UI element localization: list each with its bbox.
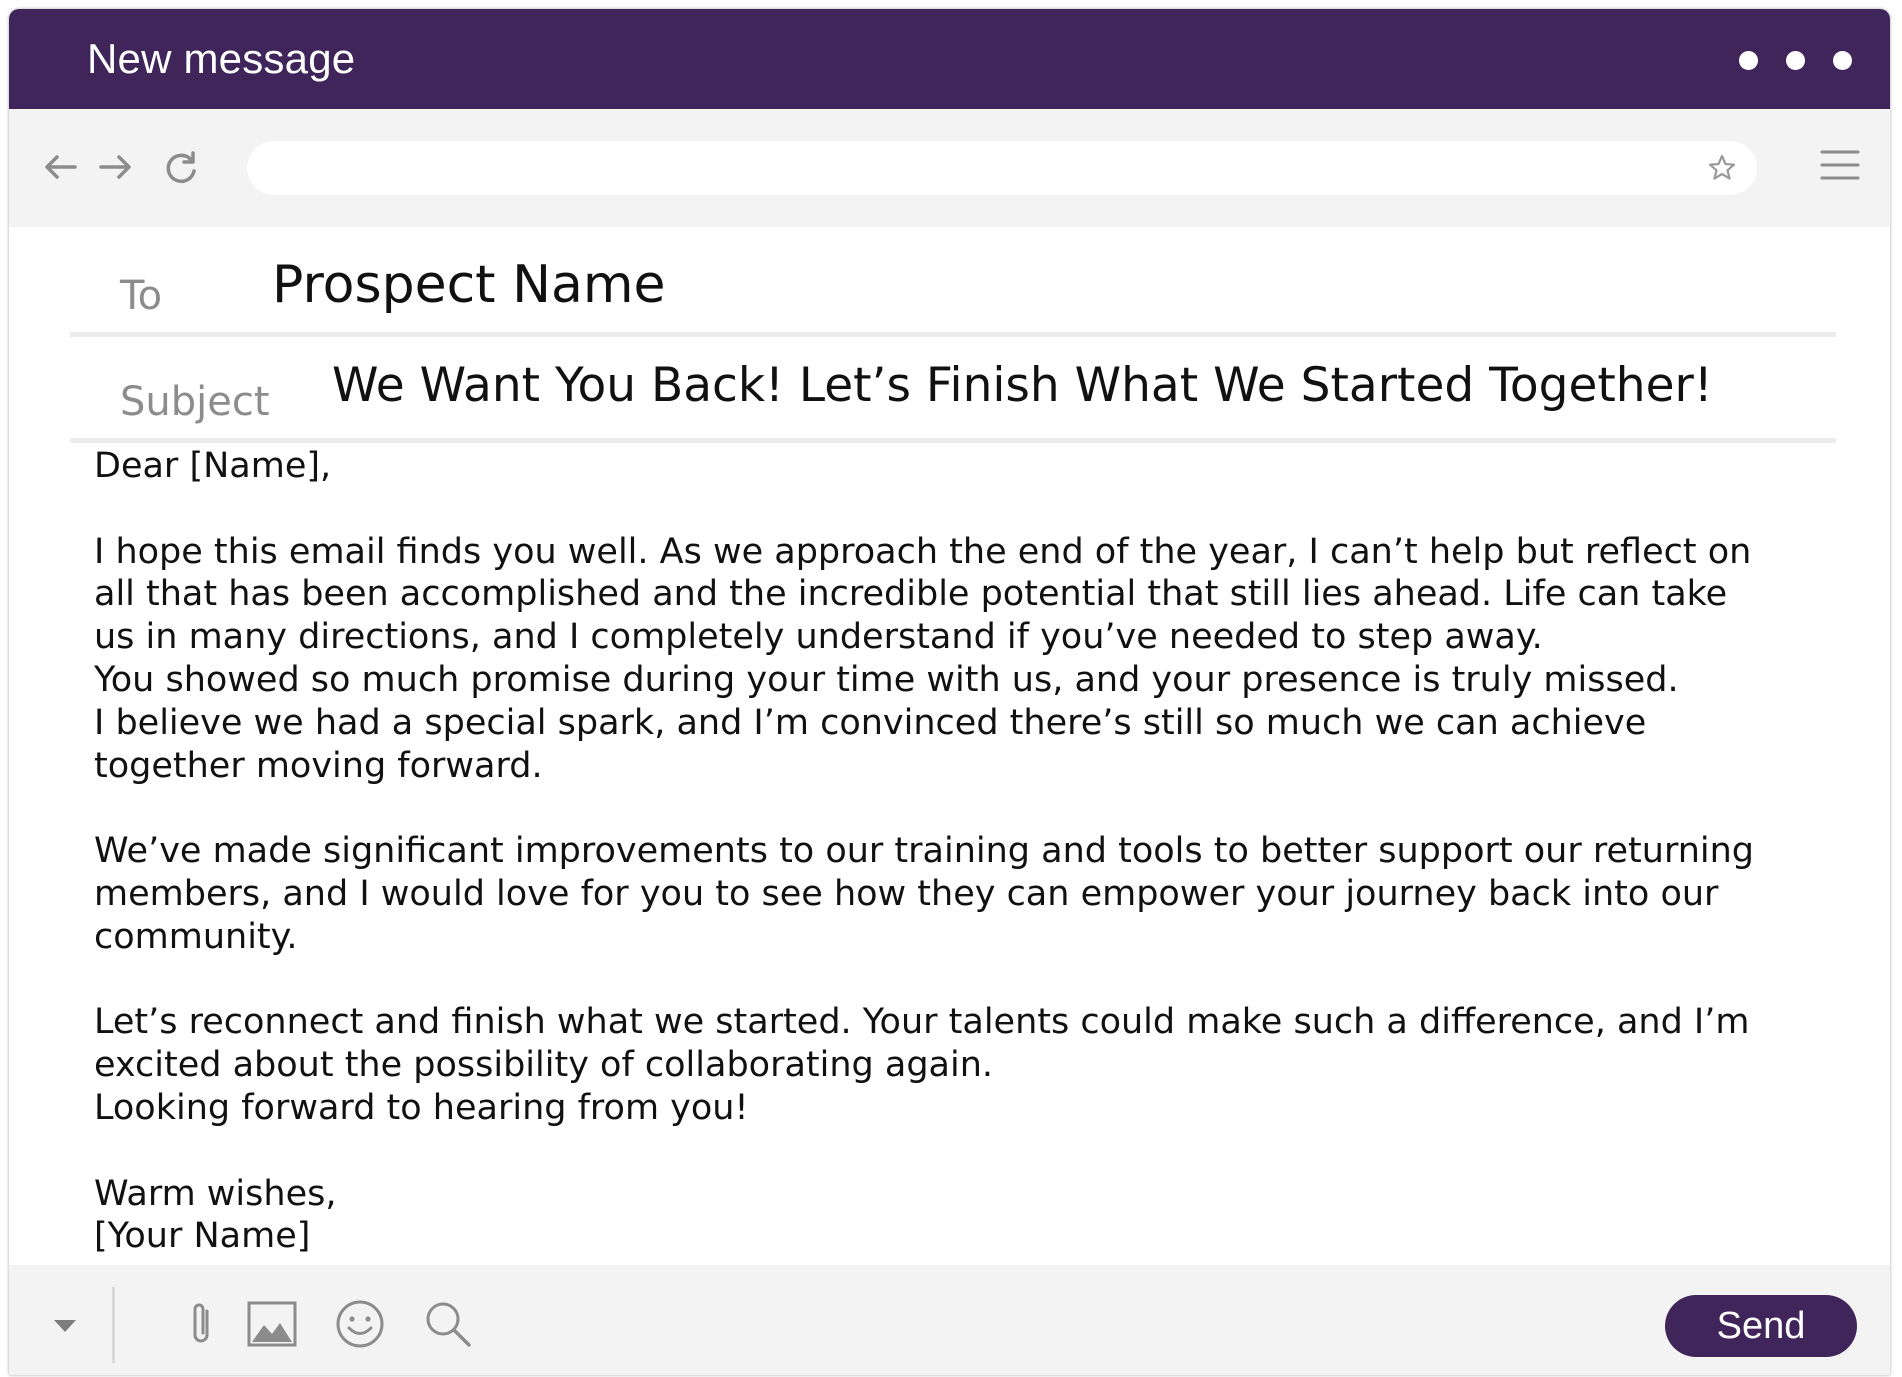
- star-icon[interactable]: [1707, 153, 1737, 183]
- body-line: I hope this email finds you well. As we …: [94, 531, 1752, 572]
- emoji-icon[interactable]: [333, 1297, 387, 1351]
- subject-input[interactable]: We Want You Back! Let’s Finish What We S…: [332, 358, 1713, 413]
- toolbar: [9, 109, 1890, 227]
- body-line: Let’s reconnect and finish what we start…: [94, 1002, 1750, 1043]
- paperclip-icon[interactable]: [174, 1297, 228, 1351]
- to-input[interactable]: Prospect Name: [272, 255, 666, 315]
- body-line: all that has been accomplished and the i…: [94, 574, 1728, 615]
- body-signoff: Warm wishes,: [94, 1173, 337, 1214]
- body-line: You showed so much promise during your t…: [94, 659, 1679, 700]
- dot-icon: [1833, 51, 1852, 70]
- title-bar: New message: [9, 9, 1890, 109]
- search-icon[interactable]: [421, 1297, 475, 1351]
- body-signature: [Your Name]: [94, 1216, 311, 1257]
- to-label: To: [120, 273, 163, 319]
- dot-icon: [1786, 51, 1805, 70]
- footer-divider: [112, 1287, 115, 1363]
- address-bar[interactable]: [247, 141, 1757, 195]
- body-greeting: Dear [Name],: [94, 446, 332, 486]
- compose-footer: Send: [9, 1265, 1890, 1375]
- forward-arrow-icon[interactable]: [93, 145, 137, 189]
- send-button[interactable]: Send: [1665, 1295, 1857, 1357]
- message-body[interactable]: Dear [Name], I hope this email finds you…: [94, 445, 1854, 1258]
- hamburger-menu-icon[interactable]: [1820, 145, 1860, 185]
- body-line: together moving forward.: [94, 745, 543, 786]
- image-icon[interactable]: [245, 1297, 299, 1351]
- back-arrow-icon[interactable]: [39, 145, 83, 189]
- window-title: New message: [87, 35, 356, 82]
- body-line: excited about the possibility of collabo…: [94, 1045, 994, 1086]
- body-line: community.: [94, 916, 298, 957]
- subject-field-row: Subject We Want You Back! Let’s Finish W…: [70, 337, 1836, 443]
- compose-window: New message To Prospect Name Subject We …: [9, 9, 1890, 1375]
- subject-label: Subject: [120, 379, 270, 425]
- reload-icon[interactable]: [159, 145, 203, 189]
- body-line: members, and I would love for you to see…: [94, 873, 1719, 914]
- dot-icon: [1739, 51, 1758, 70]
- body-line: Looking forward to hearing from you!: [94, 1087, 749, 1128]
- to-field-row: To Prospect Name: [70, 227, 1836, 337]
- body-line: I believe we had a special spark, and I’…: [94, 702, 1647, 743]
- chevron-down-icon[interactable]: [45, 1297, 85, 1351]
- window-options-menu[interactable]: [1739, 51, 1852, 70]
- body-line: us in many directions, and I completely …: [94, 617, 1543, 658]
- body-line: We’ve made significant improvements to o…: [94, 831, 1755, 872]
